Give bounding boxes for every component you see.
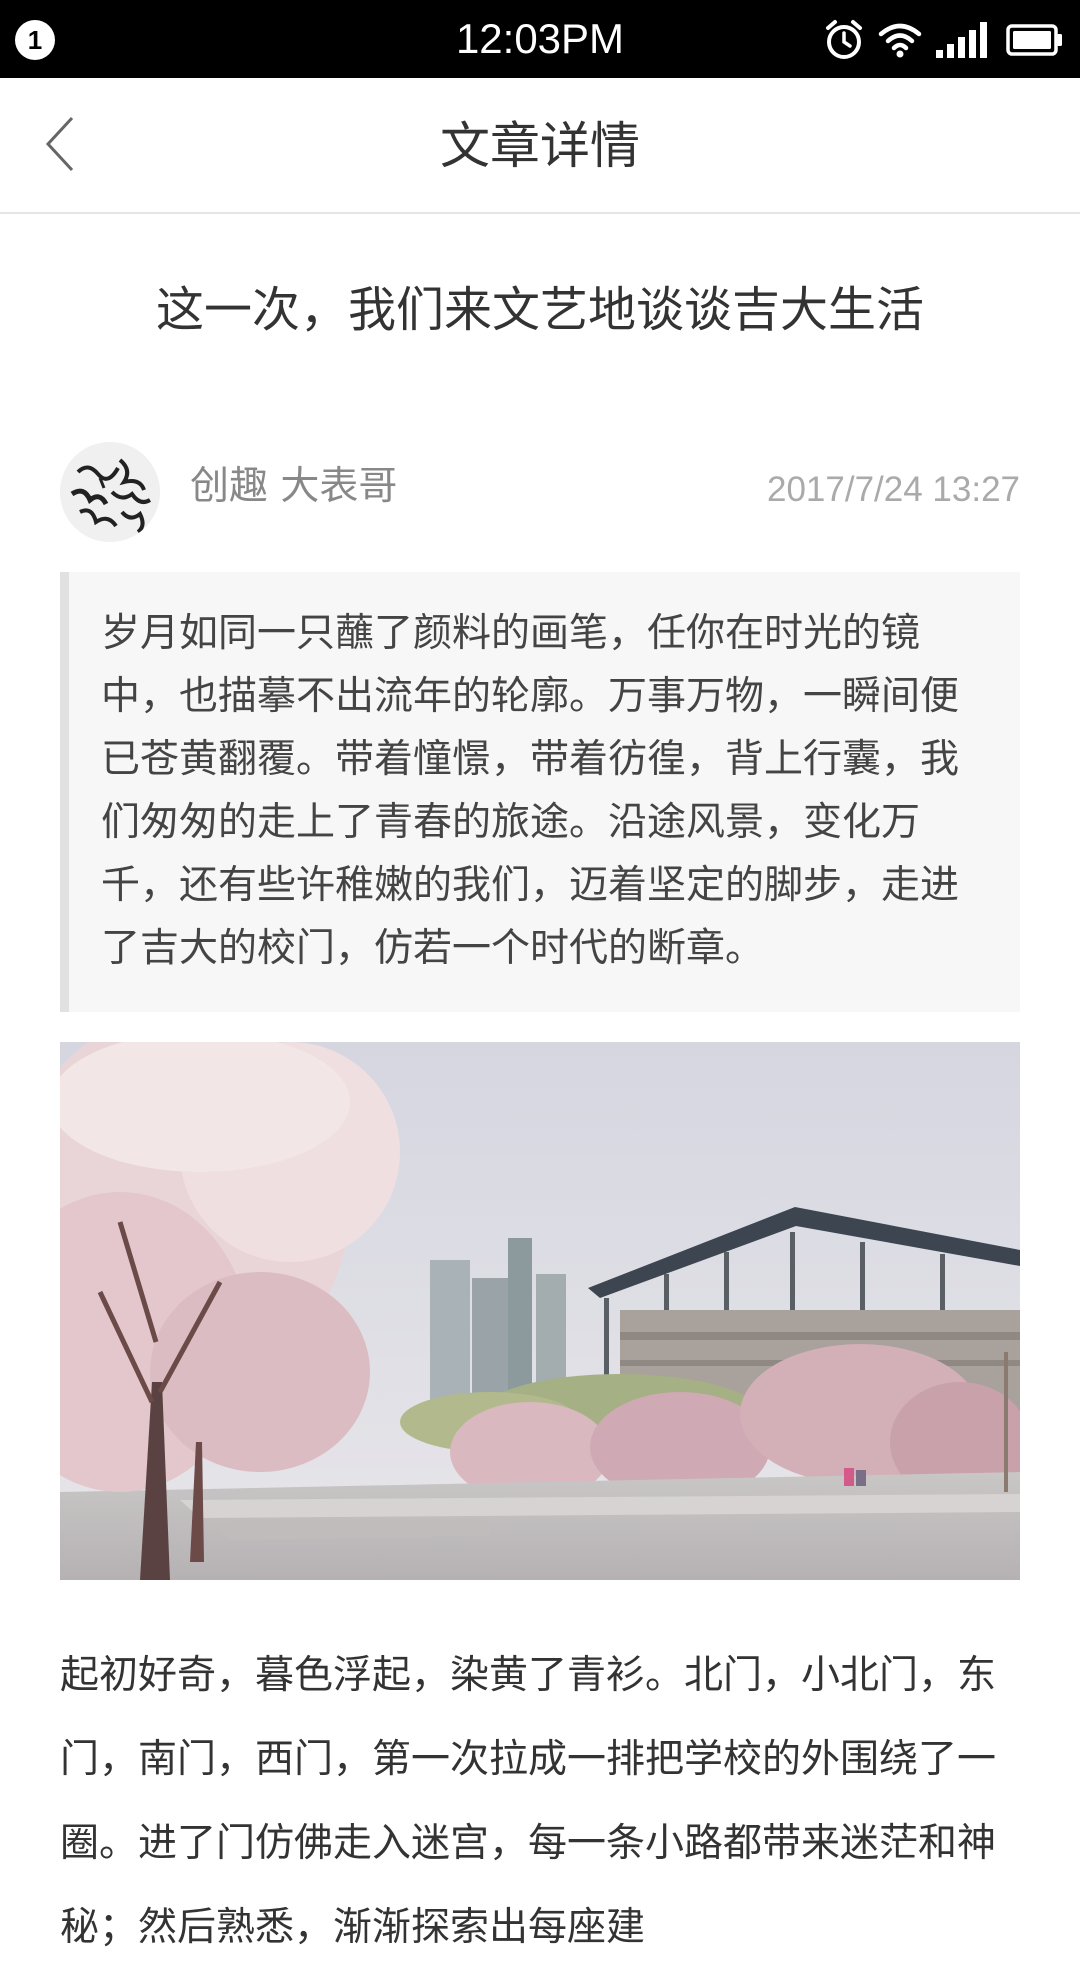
notification-badge: 1 xyxy=(15,20,55,60)
alarm-icon xyxy=(824,19,864,61)
status-bar: 1 12:03PM xyxy=(0,0,1080,78)
quote-block: 岁月如同一只蘸了颜料的画笔，任你在时光的镜中，也描摹不出流年的轮廓。万事万物，一… xyxy=(60,572,1020,1012)
back-button[interactable] xyxy=(30,108,90,184)
page-title: 文章详情 xyxy=(440,117,640,175)
chevron-left-icon xyxy=(44,115,76,177)
article-title: 这一次，我们来文艺地谈谈吉大生活 xyxy=(155,282,924,338)
article-image[interactable] xyxy=(60,1042,1020,1580)
author-name[interactable]: 创趣 大表哥 xyxy=(190,442,397,532)
status-icons xyxy=(824,17,1064,63)
app-header: 文章详情 xyxy=(0,78,1080,214)
avatar[interactable] xyxy=(60,442,160,542)
battery-icon xyxy=(1006,23,1064,57)
signal-icon xyxy=(936,22,992,58)
wifi-icon xyxy=(878,22,922,58)
author-row: 创趣 大表哥 2017/7/24 13:27 xyxy=(60,442,1020,542)
quote-text: 岁月如同一只蘸了颜料的画笔，任你在时光的镜中，也描摹不出流年的轮廓。万事万物，一… xyxy=(101,611,960,971)
publish-time: 2017/7/24 13:27 xyxy=(766,470,1020,509)
